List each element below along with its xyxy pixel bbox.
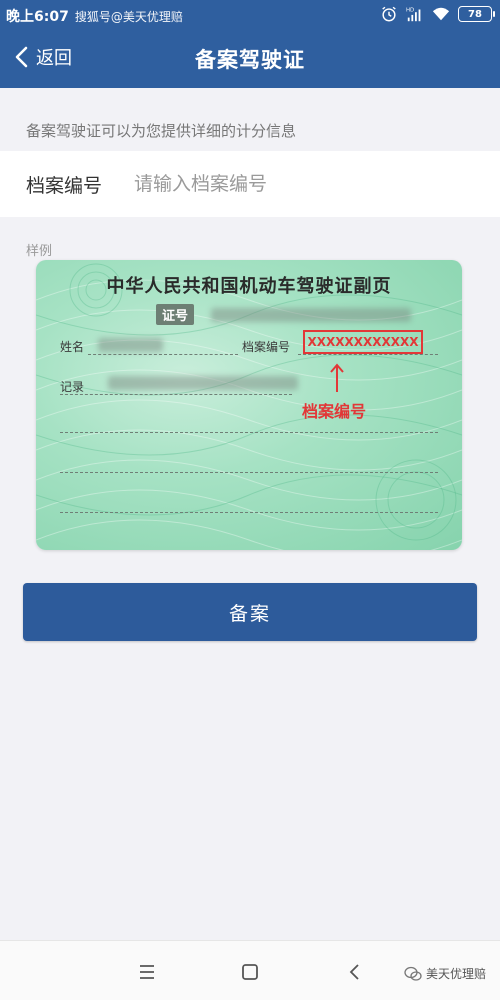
status-right: HD 78 <box>380 5 495 23</box>
home-icon[interactable] <box>239 961 261 983</box>
record-line-2 <box>60 432 438 433</box>
battery-level: 78 <box>468 8 482 20</box>
card-title: 中华人民共和国机动车驾驶证副页 <box>106 276 392 297</box>
menu-icon[interactable] <box>136 961 158 983</box>
redacted-license-number <box>211 308 411 322</box>
redacted-name <box>98 338 163 352</box>
record-line-3 <box>60 472 438 473</box>
record-label: 记录 <box>60 380 85 394</box>
record-line-4 <box>60 512 438 513</box>
wechat-icon <box>404 966 422 981</box>
file-number-card-label: 档案编号 <box>242 340 291 354</box>
status-left: 晚上6:07 搜狐号@美天优理赔 <box>6 6 183 26</box>
brand-text: 美天优理赔 <box>425 967 486 981</box>
wifi-icon <box>432 7 450 21</box>
file-number-row: 档案编号 <box>0 151 500 217</box>
sample-file-number: XXXXXXXXXXXX <box>303 330 423 354</box>
page-title: 备案驾驶证 <box>195 48 305 72</box>
arrow-label: 档案编号 <box>302 402 367 421</box>
card-tag: 证号 <box>156 304 195 325</box>
brand-watermark: 美天优理赔 <box>404 965 486 982</box>
status-time: 晚上6:07 <box>6 9 69 25</box>
hd-signal-icon: HD <box>406 7 421 22</box>
file-number-input[interactable] <box>134 173 454 195</box>
status-bar: 晚上6:07 搜狐号@美天优理赔 HD 78 <box>0 0 500 30</box>
system-nav-bar: 美天优理赔 <box>0 940 500 1000</box>
file-number-line <box>298 354 438 355</box>
battery-icon: 78 <box>458 6 495 22</box>
name-label: 姓名 <box>60 340 85 354</box>
watermark-text: 搜狐号@美天优理赔 <box>74 9 183 24</box>
svg-text:HD: HD <box>406 7 414 13</box>
sample-label: 样例 <box>26 244 53 259</box>
record-line-1 <box>60 394 292 395</box>
sample-license-card: 中华人民共和国机动车驾驶证副页 证号 姓名 档案编号 XXXXXXXXXXXX … <box>36 260 462 550</box>
file-number-label: 档案编号 <box>26 174 103 197</box>
alarm-icon <box>382 6 396 22</box>
redacted-record <box>108 376 298 390</box>
arrow-up-icon <box>330 363 344 392</box>
register-button[interactable]: 备案 <box>23 583 477 641</box>
guilloche-pattern <box>36 263 462 550</box>
description-text: 备案驾驶证可以为您提供详细的计分信息 <box>26 122 297 140</box>
app-bar: 返回 备案驾驶证 <box>0 30 500 88</box>
name-line <box>88 354 238 355</box>
back-icon[interactable] <box>344 961 366 983</box>
